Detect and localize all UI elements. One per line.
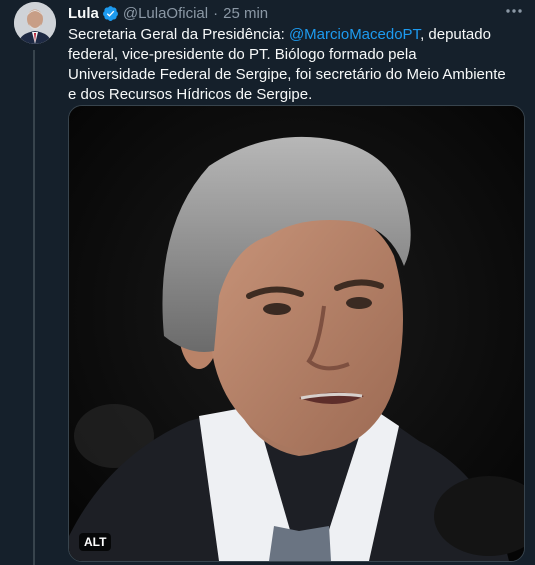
thread-line (33, 50, 35, 565)
tweet-text: Secretaria Geral da Presidência: @Marcio… (68, 25, 508, 105)
alt-text-badge[interactable]: ALT (79, 533, 112, 551)
mention-link[interactable]: @MarcioMacedoPT (289, 26, 420, 43)
author-handle[interactable]: @LulaOficial (123, 5, 208, 22)
verified-badge-icon (102, 5, 118, 21)
timestamp[interactable]: 25 min (223, 5, 268, 22)
more-options-icon[interactable] (504, 4, 524, 18)
avatar-image (14, 2, 56, 44)
tweet[interactable]: Lula @LulaOficial · 25 min Secretaria Ge… (0, 0, 535, 565)
avatar[interactable] (14, 2, 56, 44)
separator-dot: · (213, 4, 219, 22)
author-name[interactable]: Lula (68, 5, 99, 22)
tweet-header: Lula @LulaOficial · 25 min (68, 2, 524, 24)
tweet-photo[interactable]: ALT (68, 105, 525, 562)
tweet-content: Lula @LulaOficial · 25 min Secretaria Ge… (68, 0, 525, 562)
tweet-text-before: Secretaria Geral da Presidência: (68, 26, 289, 43)
avatar-column (14, 2, 56, 44)
portrait-photo (69, 106, 524, 561)
